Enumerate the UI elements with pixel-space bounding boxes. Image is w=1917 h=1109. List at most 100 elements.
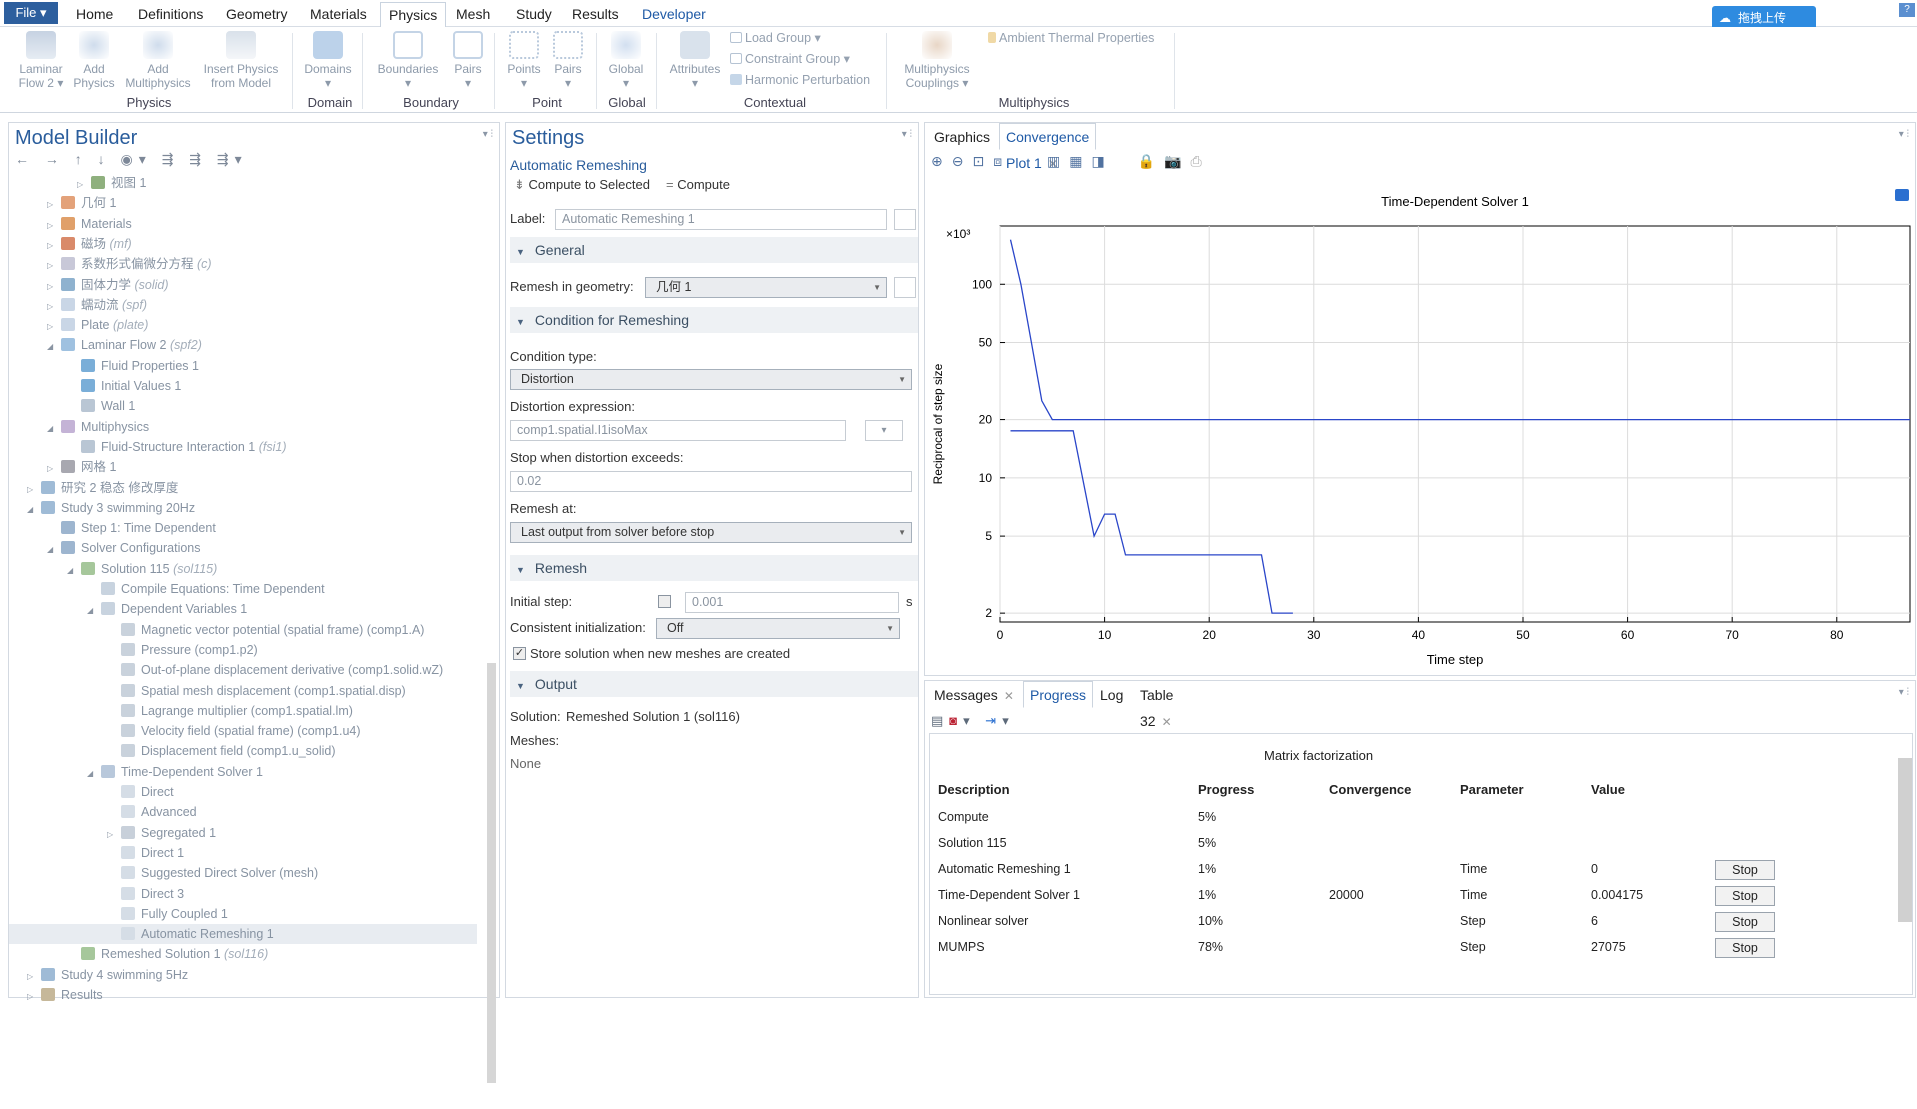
expand-toggle-icon[interactable]: ▷	[47, 297, 61, 317]
tree-node[interactable]: Wall 1	[67, 396, 135, 416]
tree-node[interactable]: Out-of-plane displacement derivative (co…	[107, 660, 443, 680]
expand-toggle-icon[interactable]: ◢	[47, 419, 61, 439]
tree-node[interactable]: Fluid Properties 1	[67, 356, 199, 376]
section-condition[interactable]: ▼ Condition for Remeshing	[510, 307, 918, 333]
tab-log[interactable]: Log	[1093, 681, 1130, 708]
tree-node[interactable]: ◢ Multiphysics	[47, 417, 149, 437]
zoom-in-icon[interactable]: ⊕	[931, 153, 952, 169]
close-icon[interactable]: ✕	[1162, 715, 1172, 729]
tree-node[interactable]: ▷ Results	[27, 985, 103, 1005]
tree-node[interactable]: Fluid-Structure Interaction 1 (fsi1)	[67, 437, 287, 457]
lock-icon[interactable]: 🔒	[1138, 153, 1164, 169]
model-builder-toolbar[interactable]: ← → ↑ ↓ ◉▾ ⇶ ⇶ ⇶▾	[15, 151, 248, 168]
tree-node[interactable]: ◢ Dependent Variables 1	[87, 599, 247, 619]
domains-button[interactable]: Domains ▾	[300, 31, 356, 90]
tree-node[interactable]: Fully Coupled 1	[107, 904, 228, 924]
tree-node[interactable]: ▷ 蠕动流 (spf)	[47, 295, 147, 315]
tree-node[interactable]: Pressure (comp1.p2)	[107, 640, 258, 660]
expand-toggle-icon[interactable]: ▷	[107, 825, 121, 845]
tree-node[interactable]: Direct 1	[107, 843, 184, 863]
global-button[interactable]: Global ▾	[602, 31, 650, 90]
tab-physics[interactable]: Physics	[380, 2, 447, 28]
tree-node[interactable]: Automatic Remeshing 1	[9, 924, 477, 945]
tab-messages[interactable]: Messages ✕	[927, 681, 1021, 708]
tree-node[interactable]: ◢ Laminar Flow 2 (spf2)	[47, 335, 202, 355]
progress-toolbar[interactable]: ▤◙▾ ⇥▾	[931, 713, 1015, 729]
points-button[interactable]: Points ▾	[502, 31, 546, 90]
stop-button[interactable]: Stop	[1715, 912, 1775, 932]
tree-node[interactable]: ▷ 磁场 (mf)	[47, 234, 132, 254]
expand-toggle-icon[interactable]: ◢	[47, 337, 61, 357]
boundaries-button[interactable]: Boundaries ▾	[370, 31, 446, 90]
tree-node[interactable]: Lagrange multiplier (comp1.spatial.lm)	[107, 701, 353, 721]
help-button[interactable]: ?	[1899, 3, 1915, 17]
tab-developer[interactable]: Developer	[634, 2, 714, 27]
expand-toggle-icon[interactable]: ▷	[77, 175, 91, 195]
grid-icon[interactable]: ▥	[1047, 153, 1069, 169]
store-solution-checkbox[interactable]: ✓	[513, 647, 526, 660]
initial-step-field[interactable]: 0.001	[685, 592, 899, 613]
expand-toggle-icon[interactable]: ▷	[47, 317, 61, 337]
export-icon[interactable]: ⇥	[985, 713, 1002, 728]
tree-node[interactable]: ▷ Plate (plate)	[47, 315, 148, 335]
expand-toggle-icon[interactable]: ▷	[47, 459, 61, 479]
remesh-geometry-select[interactable]: 几何 1 ▼	[645, 277, 887, 298]
point-pairs-button[interactable]: Pairs ▾	[548, 31, 588, 90]
zoom-toolbar[interactable]: ⊕⊖⊡⧈	[931, 153, 1011, 170]
tree-node[interactable]: ◢ Solver Configurations	[47, 538, 201, 558]
clear-icon[interactable]: ▤	[931, 713, 949, 728]
tree-node[interactable]: ▷ 网格 1	[47, 457, 116, 477]
camera-icon[interactable]: 📷	[1164, 153, 1190, 169]
expand-toggle-icon[interactable]: ◢	[47, 540, 61, 560]
zoom-extents-icon[interactable]: ⧈	[993, 153, 1011, 169]
panel-pin-controls[interactable]: ▾ ⫶	[1899, 687, 1909, 698]
tree-node[interactable]: ◢ Study 3 swimming 20Hz	[27, 498, 195, 518]
tree-node[interactable]: ▷ 视图 1	[77, 173, 146, 193]
tree-node[interactable]: Initial Values 1	[67, 376, 181, 396]
compute-to-selected-button[interactable]: ⇟ Compute to Selected	[514, 177, 650, 193]
load-group-button[interactable]: Load Group ▾	[730, 30, 821, 46]
tab-convergence-plot[interactable]: Convergence Plot 1 ✕	[999, 123, 1097, 171]
tree-node[interactable]: Direct	[107, 782, 174, 802]
harmonic-perturbation-button[interactable]: Harmonic Perturbation	[730, 72, 870, 88]
tree-node[interactable]: ▷ 研究 2 稳态 修改厚度	[27, 478, 178, 498]
tree-node[interactable]: ▷ Segregated 1	[107, 823, 216, 843]
tree-node[interactable]: ▷ Study 4 swimming 5Hz	[27, 965, 188, 985]
tree-node[interactable]: Step 1: Time Dependent	[47, 518, 216, 538]
tab-graphics[interactable]: Graphics	[927, 123, 997, 150]
tab-table[interactable]: Table 32 ✕	[1133, 681, 1180, 729]
expand-toggle-icon[interactable]: ◢	[87, 601, 101, 621]
tab-geometry[interactable]: Geometry	[218, 2, 295, 27]
expand-toggle-icon[interactable]: ▷	[27, 480, 41, 500]
expand-toggle-icon[interactable]: ◢	[67, 561, 81, 581]
progress-scrollbar[interactable]	[1898, 758, 1912, 922]
section-general[interactable]: ▼ General	[510, 237, 918, 263]
tab-mesh[interactable]: Mesh	[448, 2, 498, 27]
record-icon[interactable]: ◙	[949, 713, 963, 728]
close-icon[interactable]: ✕	[1004, 689, 1014, 703]
label-field[interactable]: Automatic Remeshing 1	[555, 209, 887, 230]
tab-results[interactable]: Results	[564, 2, 627, 27]
tree-node[interactable]: Displacement field (comp1.u_solid)	[107, 741, 336, 761]
tree-node[interactable]: ▷ Materials	[47, 214, 132, 234]
label-reset-button[interactable]	[894, 209, 916, 230]
tree-node[interactable]: Direct 3	[107, 884, 184, 904]
compute-button[interactable]: = Compute	[666, 177, 730, 192]
tree-node[interactable]: Remeshed Solution 1 (sol116)	[67, 944, 268, 964]
tab-definitions[interactable]: Definitions	[130, 2, 211, 27]
stop-when-field[interactable]: 0.02	[510, 471, 912, 492]
section-output[interactable]: ▼ Output	[510, 671, 918, 697]
tree-node[interactable]: ◢ Time-Dependent Solver 1	[87, 762, 263, 782]
panel-pin-controls[interactable]: ▾ ⫶	[1899, 129, 1909, 140]
plot-toolbar[interactable]: ▥▦◨ 🔒📷⎙	[1047, 153, 1211, 170]
print-icon[interactable]: ⎙	[1190, 153, 1210, 169]
expand-toggle-icon[interactable]: ▷	[47, 236, 61, 256]
zoom-out-icon[interactable]: ⊖	[952, 153, 973, 169]
tab-study[interactable]: Study	[508, 2, 560, 27]
laminar-flow-button[interactable]: Laminar Flow 2 ▾	[14, 31, 68, 90]
initial-step-checkbox[interactable]	[658, 595, 671, 608]
tree-node[interactable]: ▷ 固体力学 (solid)	[47, 275, 169, 295]
file-menu-button[interactable]: File ▾	[4, 2, 58, 24]
tree-node[interactable]: ▷ 系数形式偏微分方程 (c)	[47, 254, 212, 274]
insert-physics-button[interactable]: Insert Physics from Model	[196, 31, 286, 90]
